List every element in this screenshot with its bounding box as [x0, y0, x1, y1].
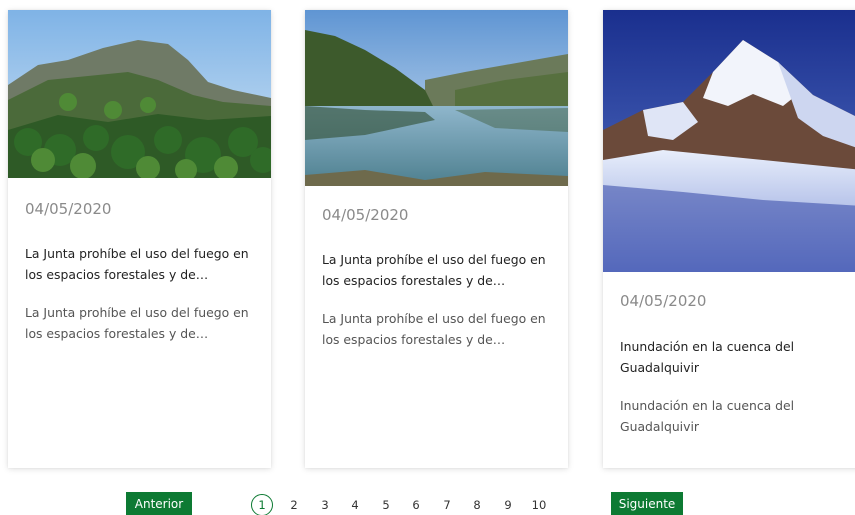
page-link[interactable]: 10: [528, 494, 550, 515]
page-link[interactable]: 5: [375, 494, 397, 515]
page-link[interactable]: 6: [405, 494, 427, 515]
page-link[interactable]: 7: [436, 494, 458, 515]
card-description: La Junta prohíbe el uso del fuego en los…: [322, 311, 546, 347]
news-card[interactable]: 04/05/2020 La Junta prohíbe el uso del f…: [8, 10, 271, 468]
next-page-button[interactable]: Siguiente: [611, 492, 683, 515]
page-link[interactable]: 3: [314, 494, 336, 515]
page-link-current[interactable]: 1: [251, 494, 273, 515]
card-title[interactable]: Inundación en la cuenca del Guadalquivir: [620, 336, 851, 378]
card-description: Inundación en la cuenca del Guadalquivir: [620, 398, 795, 434]
card-date: 04/05/2020: [25, 200, 112, 218]
card-description: La Junta prohíbe el uso del fuego en los…: [25, 305, 249, 341]
news-card[interactable]: 04/05/2020 Inundación en la cuenca del G…: [603, 10, 855, 468]
page-link[interactable]: 2: [283, 494, 305, 515]
previous-page-button[interactable]: Anterior: [126, 492, 192, 515]
card-title[interactable]: La Junta prohíbe el uso del fuego en los…: [322, 249, 556, 291]
card-title[interactable]: La Junta prohíbe el uso del fuego en los…: [25, 243, 259, 285]
reservoir-lake-image[interactable]: [305, 10, 568, 186]
snowy-mountain-image[interactable]: [603, 10, 855, 272]
card-date: 04/05/2020: [620, 292, 707, 310]
card-date: 04/05/2020: [322, 206, 409, 224]
news-card[interactable]: 04/05/2020 La Junta prohíbe el uso del f…: [305, 10, 568, 468]
forest-hillside-image[interactable]: [8, 10, 271, 178]
page-link[interactable]: 4: [344, 494, 366, 515]
page-link[interactable]: 8: [466, 494, 488, 515]
page-link[interactable]: 9: [497, 494, 519, 515]
